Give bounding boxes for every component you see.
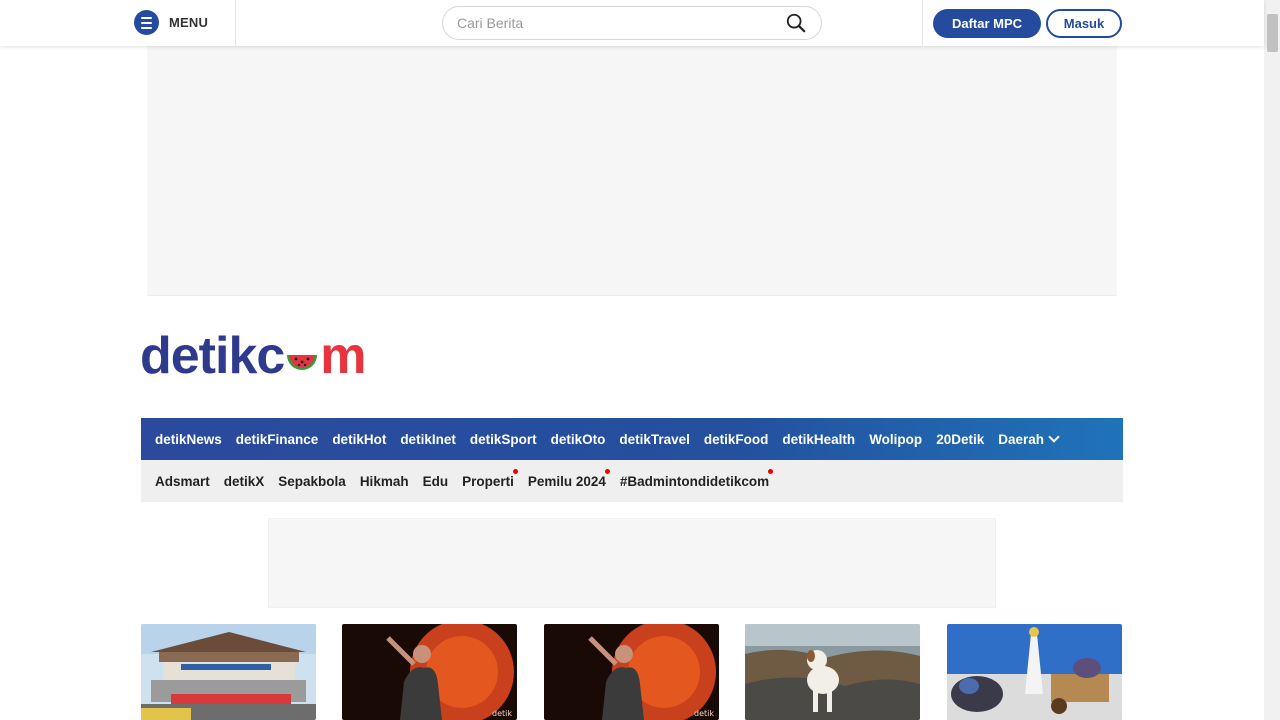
subnav-item-edu[interactable]: Edu [423, 474, 449, 489]
nav-item-detikinet[interactable]: detikInet [400, 432, 456, 447]
login-button[interactable]: Masuk [1046, 9, 1122, 38]
divider [235, 0, 236, 46]
subnav-item-sepakbola[interactable]: Sepakbola [278, 474, 346, 489]
divider [922, 0, 923, 46]
subnav-item-properti[interactable]: Properti [462, 468, 518, 489]
menu-label: MENU [169, 15, 209, 30]
nav-item-detikfood[interactable]: detikFood [704, 432, 769, 447]
subnav-item-detikx[interactable]: detikX [224, 474, 265, 489]
search-icon[interactable] [785, 12, 807, 34]
subnav-item-pemilu[interactable]: Pemilu 2024 [527, 468, 610, 489]
nav-item-daerah[interactable]: Daerah [998, 430, 1060, 447]
site-logo[interactable]: detikc m [140, 326, 367, 386]
ad-banner-middle [268, 518, 996, 608]
nav-item-detikfinance[interactable]: detikFinance [236, 432, 319, 447]
scrollbar-thumb[interactable] [1267, 14, 1278, 52]
subnav-item-label: Pemilu 2024 [527, 473, 606, 489]
nav-item-detikoto[interactable]: detikOto [551, 432, 606, 447]
logo-text-end: m [320, 327, 366, 385]
nav-item-detikhealth[interactable]: detikHealth [782, 432, 855, 447]
new-indicator-dot [604, 468, 610, 474]
subnav-item-label: Properti [462, 473, 514, 489]
top-bar: MENU Daftar MPC Masuk [0, 0, 1264, 46]
subnav-item-badminton[interactable]: #Badmintondidetikcom [619, 468, 774, 489]
thumbnail-concert[interactable]: detik [342, 624, 517, 720]
subnav-item-hikmah[interactable]: Hikmah [360, 474, 409, 489]
search-input[interactable] [457, 15, 785, 31]
nav-item-detiksport[interactable]: detikSport [470, 432, 537, 447]
page-scrollbar[interactable] [1264, 0, 1280, 720]
nav-item-detiknews[interactable]: detikNews [155, 432, 222, 447]
nav-item-wolipop[interactable]: Wolipop [869, 432, 922, 447]
svg-text:detik: detik [492, 709, 512, 718]
nav-item-20detik[interactable]: 20Detik [936, 432, 984, 447]
new-indicator-dot [512, 468, 518, 474]
chevron-down-icon [1048, 430, 1060, 443]
thumbnail-concert[interactable]: detik [544, 624, 719, 720]
nav-item-daerah-label: Daerah [998, 431, 1044, 447]
new-indicator-dot [768, 468, 774, 474]
secondary-nav: Adsmart detikX Sepakbola Hikmah Edu Prop… [141, 460, 1123, 502]
nav-item-detikhot[interactable]: detikHot [332, 432, 386, 447]
thumbnail-tugu[interactable] [947, 624, 1122, 720]
subnav-item-label: #Badmintondidetikcom [619, 473, 770, 489]
watermelon-icon [287, 355, 318, 370]
register-button[interactable]: Daftar MPC [933, 9, 1041, 38]
svg-text:detik: detik [694, 709, 714, 718]
thumbnail-dog[interactable] [745, 624, 920, 720]
search-box [442, 6, 822, 40]
hamburger-icon [134, 10, 159, 35]
primary-nav: detikNews detikFinance detikHot detikIne… [141, 418, 1123, 460]
menu-button[interactable]: MENU [134, 10, 208, 35]
ad-banner-top [147, 46, 1117, 296]
headline-thumbnails: detik detik [141, 624, 1123, 720]
logo-text-main: detikc [140, 327, 285, 385]
thumbnail-toll-gate[interactable] [141, 624, 316, 720]
subnav-item-adsmart[interactable]: Adsmart [155, 474, 210, 489]
nav-item-detiktravel[interactable]: detikTravel [619, 432, 690, 447]
